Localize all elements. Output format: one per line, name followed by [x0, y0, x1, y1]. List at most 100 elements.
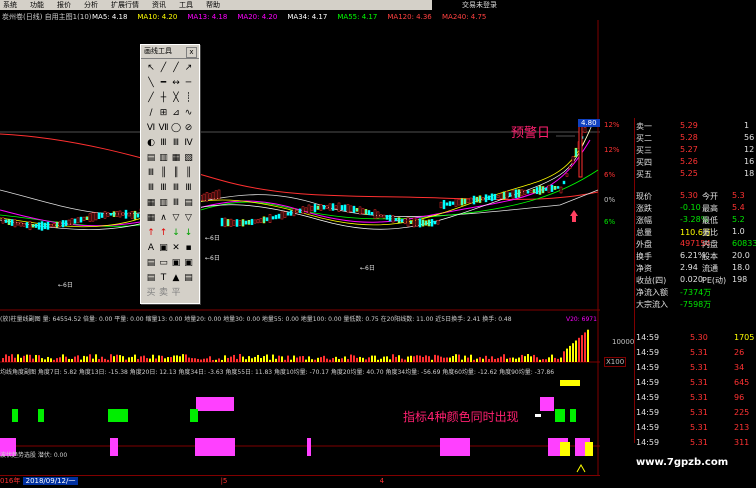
draw-tool-icon[interactable]: ╱: [170, 62, 182, 74]
draw-tool-icon[interactable]: ▽: [183, 212, 195, 224]
draw-tool-icon[interactable]: 买: [145, 287, 157, 299]
draw-tool-icon[interactable]: ∿: [183, 107, 195, 119]
draw-tool-icon[interactable]: ▤: [145, 257, 157, 269]
volume-bar: [254, 356, 256, 362]
draw-tool-icon[interactable]: ║: [170, 167, 182, 179]
draw-tool-icon[interactable]: T: [158, 272, 170, 284]
draw-tool-icon[interactable]: Ⅲ: [183, 182, 195, 194]
draw-tool-icon[interactable]: Ⅵ: [145, 122, 157, 134]
draw-tool-icon[interactable]: ▭: [158, 257, 170, 269]
draw-tool-icon[interactable]: ▧: [183, 152, 195, 164]
candle: [49, 223, 53, 227]
draw-tool-icon[interactable]: ╲: [145, 77, 157, 89]
draw-tool-icon[interactable]: ▣: [183, 257, 195, 269]
candle: [13, 219, 17, 228]
draw-tool-icon[interactable]: ✕: [170, 242, 182, 254]
draw-tool-icon[interactable]: A: [145, 242, 157, 254]
draw-tool-icon[interactable]: ↗: [183, 62, 195, 74]
draw-tool-icon[interactable]: ▦: [145, 212, 157, 224]
draw-tool-icon[interactable]: ║: [183, 167, 195, 179]
draw-tool-icon[interactable]: ▣: [170, 257, 182, 269]
draw-tool-icon[interactable]: ⊿: [170, 107, 182, 119]
volume-bar: [521, 354, 523, 362]
draw-tool-icon[interactable]: ▥: [158, 152, 170, 164]
candle: [556, 186, 560, 189]
volume-bar: [170, 357, 172, 362]
volume-bar: [26, 354, 28, 362]
menu-item-system[interactable]: 系统: [0, 1, 17, 9]
chart-area[interactable]: 炭州卷(日线) 自用主图1(10) MA5: 4.18 MA10: 4.20 MA1…: [0, 10, 600, 475]
draw-tool-icon[interactable]: ▪: [183, 242, 195, 254]
draw-tool-icon[interactable]: Ⅲ: [170, 182, 182, 194]
chart-canvas[interactable]: 炭州卷(日线) 自用主图1(10) MA5: 4.18 MA10: 4.20 MA1…: [0, 10, 600, 475]
order-level-label: 买三: [636, 146, 652, 155]
draw-tool-icon[interactable]: ━: [158, 77, 170, 89]
menu-item-news[interactable]: 资讯: [149, 1, 166, 9]
draw-tool-icon[interactable]: ║: [158, 167, 170, 179]
draw-tool-icon[interactable]: ▣: [158, 242, 170, 254]
draw-tool-icon[interactable]: Ⅲ: [170, 137, 182, 149]
candle: [109, 213, 113, 216]
draw-tool-icon[interactable]: ↓: [170, 227, 182, 239]
candle: [574, 147, 578, 158]
candle: [307, 204, 311, 214]
draw-tool-icon[interactable]: Ⅲ: [145, 167, 157, 179]
volume-bar: [197, 358, 199, 362]
draw-tool-icon[interactable]: ▲: [170, 272, 182, 284]
draw-tool-icon[interactable]: ▥: [158, 197, 170, 209]
draw-tool-icon[interactable]: ╱: [145, 92, 157, 104]
menu-item-quote[interactable]: 报价: [54, 1, 71, 9]
draw-tool-icon[interactable]: Ⅲ: [170, 197, 182, 209]
draw-tool-icon[interactable]: ▤: [183, 197, 195, 209]
volume-bar: [365, 359, 367, 362]
volume-bar: [359, 356, 361, 362]
draw-tool-icon[interactable]: ⊞: [158, 107, 170, 119]
draw-tool-icon[interactable]: ▦: [145, 197, 157, 209]
volume-bar: [125, 359, 127, 362]
draw-tool-icon[interactable]: ∕: [145, 107, 157, 119]
draw-tool-icon[interactable]: Ⅲ: [158, 137, 170, 149]
trade-login-status[interactable]: 交易未登录: [462, 0, 497, 10]
draw-tool-icon[interactable]: ┼: [158, 92, 170, 104]
draw-tool-icon[interactable]: ▽: [170, 212, 182, 224]
draw-tool-icon[interactable]: ◯: [170, 122, 182, 134]
draw-tool-icon[interactable]: ─: [183, 77, 195, 89]
draw-tool-icon[interactable]: 平: [170, 287, 182, 299]
pct-axis-label: 6%: [604, 218, 616, 226]
draw-tool-icon[interactable]: ◐: [145, 137, 157, 149]
draw-tool-icon[interactable]: ⊘: [183, 122, 195, 134]
draw-tool-icon[interactable]: ↔: [170, 77, 182, 89]
volume-bar: [572, 343, 574, 362]
draw-tool-icon[interactable]: ▤: [183, 272, 195, 284]
draw-tool-icon[interactable]: Ⅳ: [183, 137, 195, 149]
draw-tool-icon[interactable]: ▦: [170, 152, 182, 164]
menu-item-extended[interactable]: 扩展行情: [108, 1, 139, 9]
draw-tool-icon[interactable]: Ⅲ: [158, 182, 170, 194]
candle: [364, 209, 368, 215]
volume-bar: [413, 356, 415, 362]
draw-tool-icon[interactable]: ╱: [158, 62, 170, 74]
draw-tool-icon[interactable]: ↑: [158, 227, 170, 239]
draw-tool-icon[interactable]: ▤: [145, 152, 157, 164]
menu-item-help[interactable]: 帮助: [203, 1, 220, 9]
draw-tool-icon[interactable]: ↖: [145, 62, 157, 74]
draw-tool-icon[interactable]: ╳: [170, 92, 182, 104]
draw-tool-icon[interactable]: Ⅲ: [145, 182, 157, 194]
menu-item-analysis[interactable]: 分析: [81, 1, 98, 9]
menu-item-function[interactable]: 功能: [27, 1, 44, 9]
status-date[interactable]: 2018/09/12/一: [22, 477, 79, 485]
candle: [457, 199, 461, 206]
draw-tool-icon[interactable]: ∧: [158, 212, 170, 224]
candle: [55, 221, 59, 228]
menu-item-tools[interactable]: 工具: [176, 1, 193, 9]
draw-tool-icon[interactable]: ↑: [145, 227, 157, 239]
draw-tool-icon[interactable]: ▤: [145, 272, 157, 284]
volume-bar: [443, 357, 445, 362]
candle: [1, 217, 5, 224]
draw-tool-icon[interactable]: ┊: [183, 92, 195, 104]
drawing-toolbox[interactable]: 画线工具 x ↖ ╱ ╱ ↗ ╲ ━ ↔ ─ ╱ ┼ ╳ ┊ ∕ ⊞ ⊿ ∿ Ⅵ Ⅶ ◯ ⊘ ◐ Ⅲ Ⅲ Ⅳ ▤ ▥ ▦ ▧ Ⅲ ║ ║ ║ Ⅲ…: [140, 44, 200, 304]
toolbox-close-button[interactable]: x: [186, 47, 197, 58]
draw-tool-icon[interactable]: ↓: [183, 227, 195, 239]
draw-tool-icon[interactable]: 卖: [158, 287, 170, 299]
draw-tool-icon[interactable]: Ⅶ: [158, 122, 170, 134]
